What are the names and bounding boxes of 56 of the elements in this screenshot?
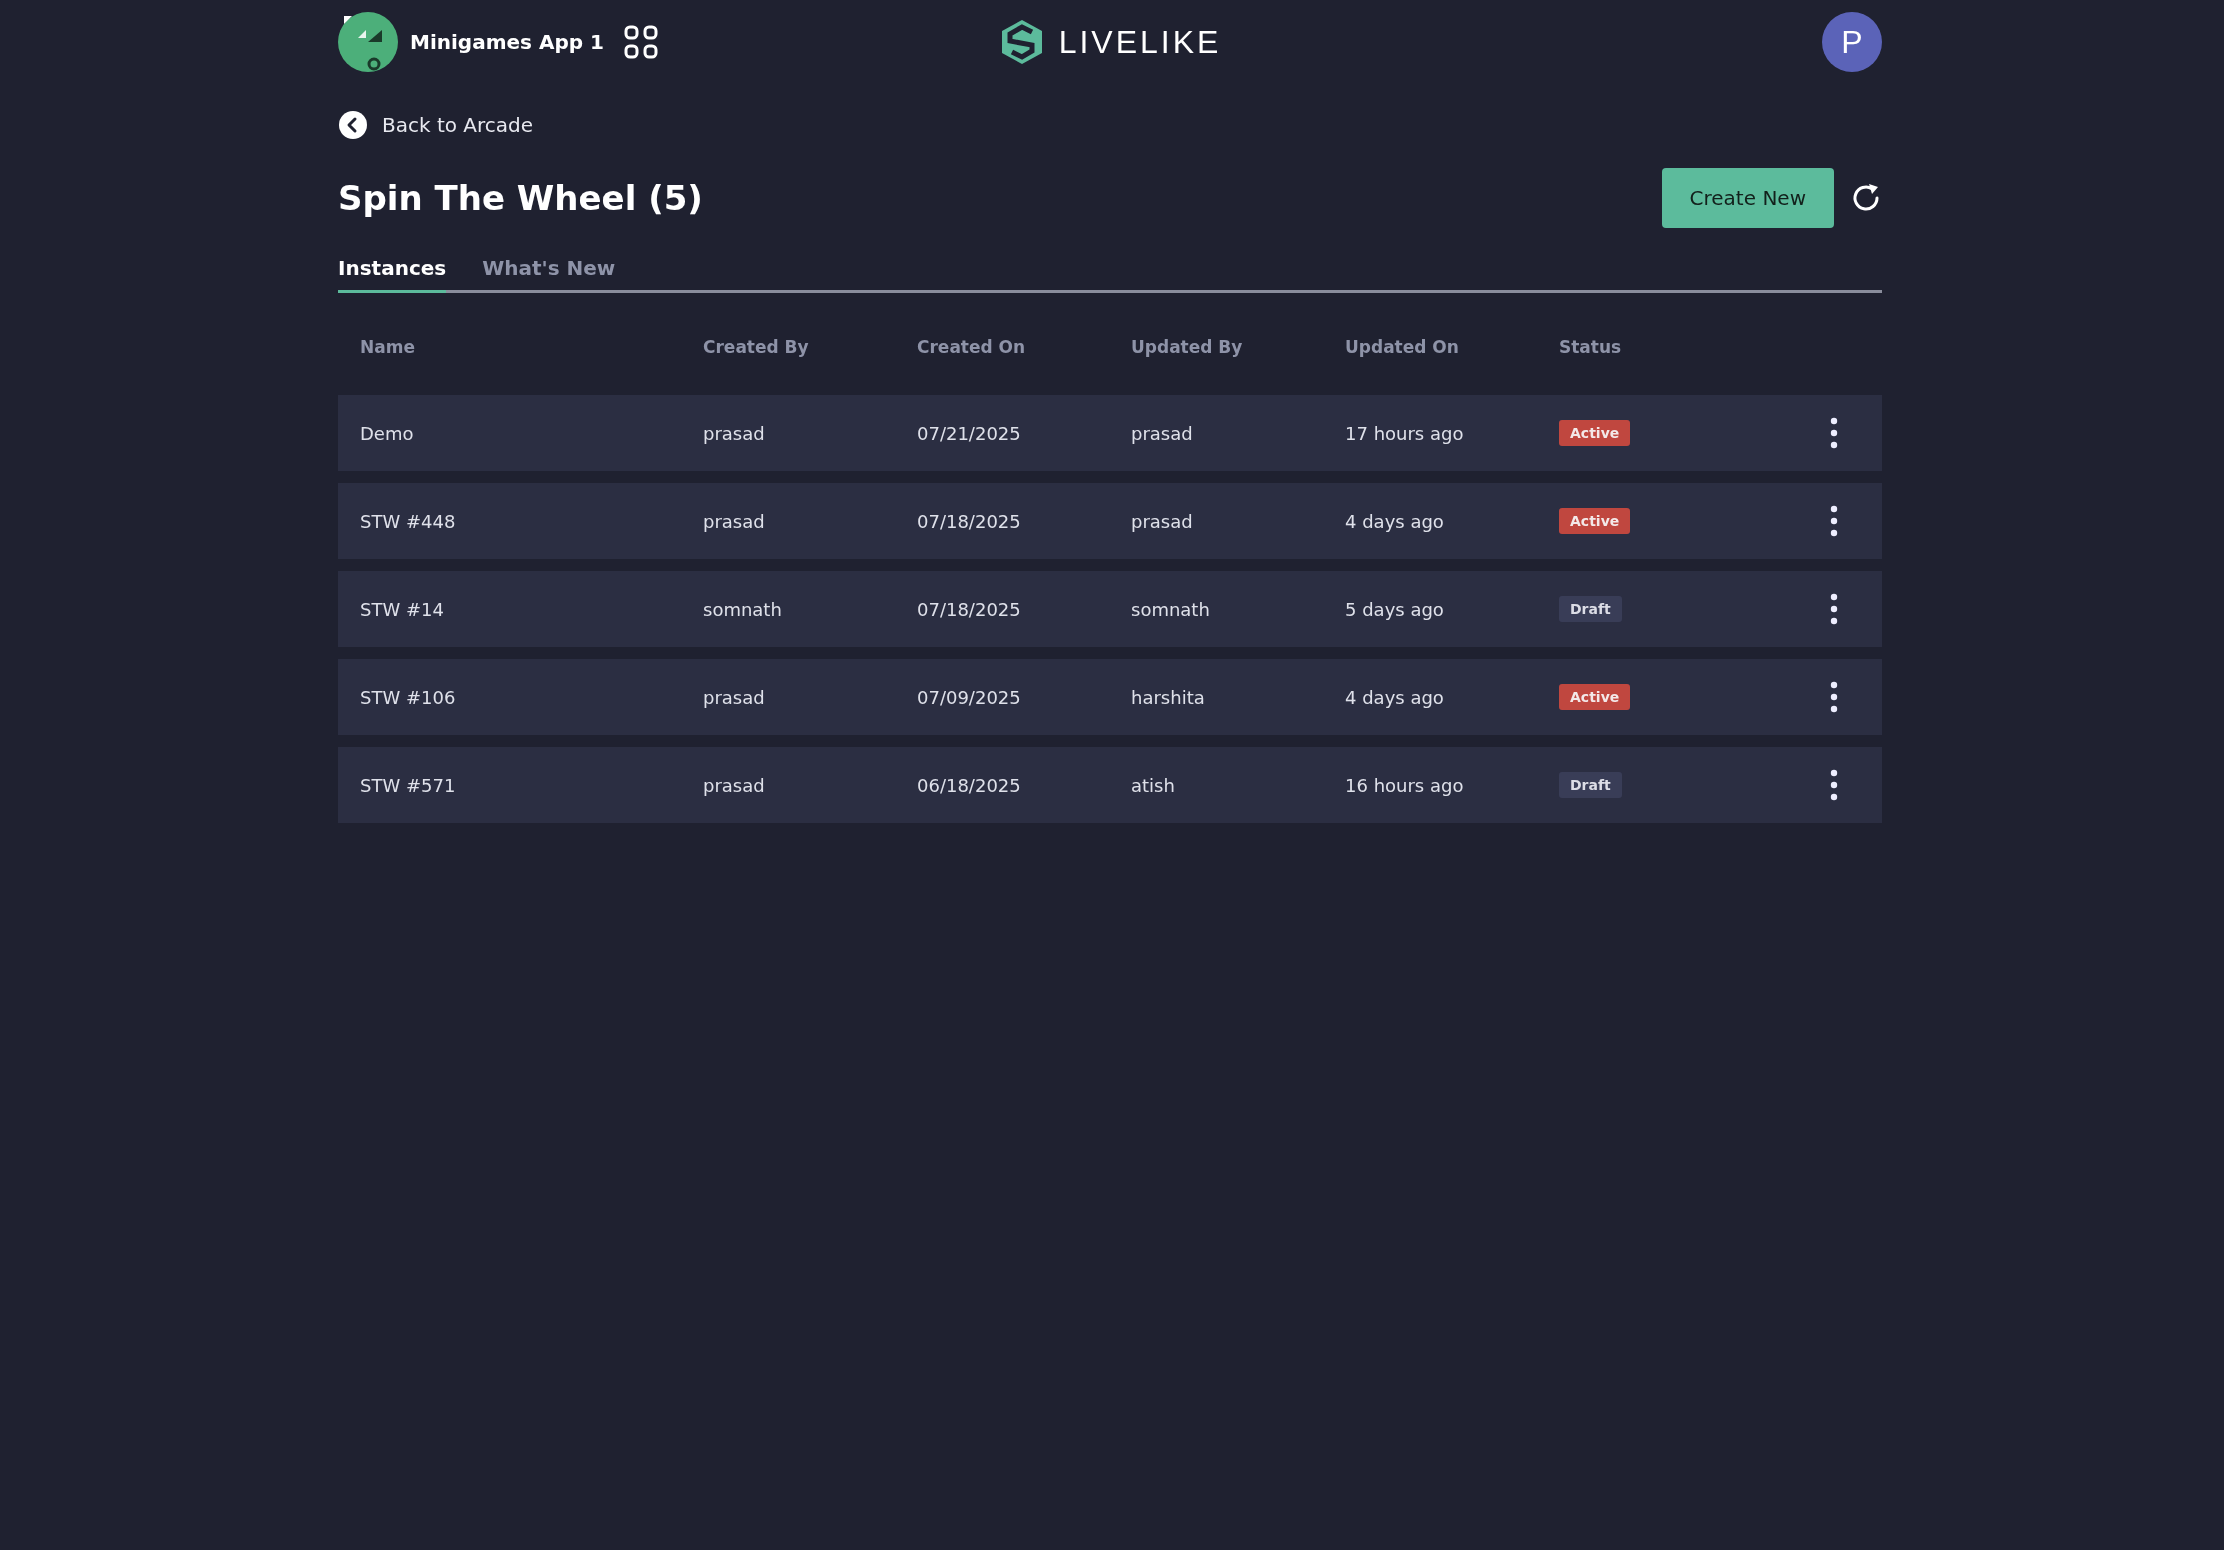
table-cell-text: harshita bbox=[1131, 686, 1206, 708]
brand-name: LIVELIKE bbox=[1058, 23, 1222, 61]
table-cell-text: atish bbox=[1131, 774, 1176, 796]
column-header: Name bbox=[360, 337, 416, 357]
column-header: Created On bbox=[917, 337, 1027, 357]
table-cell-text: prasad bbox=[703, 686, 766, 708]
tab[interactable]: What's New bbox=[482, 256, 616, 293]
app-logo-icon[interactable] bbox=[338, 12, 398, 72]
table-row[interactable]: STW #14 somnath 07/18/2025 somnath 5 days ago Draft bbox=[338, 571, 1882, 647]
create-new-button[interactable]: Create New bbox=[1661, 168, 1834, 228]
table-cell-text: 06/18/2025 bbox=[917, 774, 1022, 796]
status-badge: Draft bbox=[1559, 596, 1622, 622]
vertical-dots-icon bbox=[1830, 681, 1838, 713]
back-link[interactable]: Back to Arcade bbox=[338, 110, 534, 140]
apps-grid-icon[interactable] bbox=[623, 25, 658, 59]
table-cell-text: STW #14 bbox=[360, 598, 445, 620]
status-badge: Active bbox=[1559, 684, 1631, 710]
column-header: Created By bbox=[703, 337, 810, 357]
vertical-dots-icon bbox=[1830, 505, 1838, 537]
table-cell-text: 4 days ago bbox=[1345, 510, 1445, 532]
table-cell-text: STW #106 bbox=[360, 686, 457, 708]
column-header: Updated By bbox=[1131, 337, 1244, 357]
status-badge: Active bbox=[1559, 420, 1631, 446]
vertical-dots-icon bbox=[1830, 769, 1838, 801]
column-header: Updated On bbox=[1345, 337, 1460, 357]
table-cell-text: 07/21/2025 bbox=[917, 422, 1022, 444]
table-cell-text: prasad bbox=[1131, 422, 1194, 444]
user-avatar[interactable]: P bbox=[1822, 12, 1882, 72]
table-cell-text: 07/09/2025 bbox=[917, 686, 1022, 708]
table-cell-text: 4 days ago bbox=[1345, 686, 1445, 708]
table-row[interactable]: STW #106 prasad 07/09/2025 harshita 4 days ago Active bbox=[338, 659, 1882, 735]
table-cell-text: somnath bbox=[703, 598, 783, 620]
table-cell-text: 07/18/2025 bbox=[917, 598, 1022, 620]
table-row[interactable]: STW #448 prasad 07/18/2025 prasad 4 days ago Active bbox=[338, 483, 1882, 559]
tab[interactable]: Instances bbox=[338, 256, 447, 293]
table-cell-text: 16 hours ago bbox=[1345, 774, 1465, 796]
table-cell-text: 07/18/2025 bbox=[917, 510, 1022, 532]
table-cell-text: 17 hours ago bbox=[1345, 422, 1465, 444]
table-cell-text: Demo bbox=[360, 422, 415, 444]
table-cell-text: prasad bbox=[703, 422, 766, 444]
table-cell-text: STW #448 bbox=[360, 510, 457, 532]
vertical-dots-icon bbox=[1830, 417, 1838, 449]
table-cell-text: prasad bbox=[703, 774, 766, 796]
app-name: Minigames App 1 bbox=[410, 30, 604, 54]
status-badge: Active bbox=[1559, 508, 1631, 534]
table-cell-text: 5 days ago bbox=[1345, 598, 1445, 620]
column-header: Status bbox=[1559, 337, 1623, 357]
vertical-dots-icon bbox=[1830, 593, 1838, 625]
status-badge: Draft bbox=[1559, 772, 1622, 798]
table-cell-text: STW #571 bbox=[360, 774, 457, 796]
table-row[interactable]: STW #571 prasad 06/18/2025 atish 16 hours ago Draft bbox=[338, 747, 1882, 823]
table-cell-text: prasad bbox=[703, 510, 766, 532]
page-title: Spin The Wheel (5) bbox=[338, 178, 703, 218]
table-row[interactable]: Demo prasad 07/21/2025 prasad 17 hours ago Active bbox=[338, 395, 1882, 471]
table-cell-text: somnath bbox=[1131, 598, 1211, 620]
table-cell-text: prasad bbox=[1131, 510, 1194, 532]
